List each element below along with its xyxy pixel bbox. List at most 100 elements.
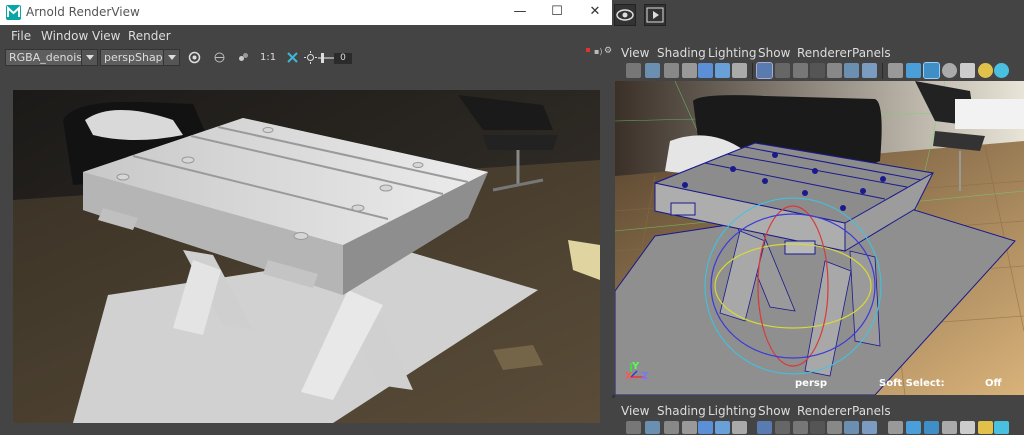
render-sequence-icon[interactable] bbox=[644, 4, 666, 26]
field-chart-icon[interactable] bbox=[827, 421, 842, 434]
lower-viewport-panel: View Shading Lighting Show Renderer Pane… bbox=[612, 398, 1024, 435]
vp2-menu-show[interactable]: Show bbox=[758, 404, 790, 418]
close-button[interactable]: ✕ bbox=[580, 3, 610, 21]
vp2-menu-shading[interactable]: Shading bbox=[657, 404, 706, 418]
viewport-canvas[interactable]: X Y Z persp Soft Select: Off bbox=[615, 81, 1024, 395]
camera-icon[interactable] bbox=[626, 63, 641, 78]
grease-pencil-icon[interactable] bbox=[698, 421, 713, 434]
film-gate-icon[interactable] bbox=[664, 421, 679, 434]
persp-viewport-panel: View Shading Lighting Show Renderer Pane… bbox=[612, 40, 1024, 395]
vp-menu-renderer[interactable]: Renderer bbox=[797, 46, 852, 60]
arnold-renderview-window: Arnold RenderView — ☐ ✕ File Window View… bbox=[0, 0, 612, 435]
vp-menu-view[interactable]: View bbox=[621, 46, 649, 60]
render-area bbox=[0, 69, 612, 435]
safe-title-icon[interactable] bbox=[862, 63, 877, 78]
viewport-toolbar bbox=[612, 61, 1024, 81]
maximize-button[interactable]: ☐ bbox=[542, 3, 572, 21]
gear-icon[interactable]: ⚙ bbox=[604, 46, 612, 56]
vp2-menu-renderer[interactable]: Renderer bbox=[797, 404, 852, 418]
safe-action-icon[interactable] bbox=[844, 421, 859, 434]
camera-attributes-icon[interactable] bbox=[645, 63, 660, 78]
exposure-field[interactable]: 0 bbox=[334, 53, 352, 64]
vp2-menu-lighting[interactable]: Lighting bbox=[708, 404, 757, 418]
vp-menu-shading[interactable]: Shading bbox=[657, 46, 706, 60]
eye-icon[interactable] bbox=[614, 4, 636, 26]
camera-attributes-icon[interactable] bbox=[645, 421, 660, 434]
render-image bbox=[13, 90, 600, 423]
field-chart-icon[interactable] bbox=[827, 63, 842, 78]
film-gate-toggle-icon[interactable] bbox=[775, 63, 790, 78]
camera-select-value: perspShape bbox=[104, 51, 170, 64]
camera-select[interactable]: perspShape bbox=[100, 49, 180, 66]
bookmark-icon[interactable] bbox=[682, 63, 697, 78]
menu-render[interactable]: Render bbox=[128, 29, 171, 43]
toolbar-divider bbox=[882, 63, 883, 79]
axis-y-label: Y bbox=[632, 361, 640, 372]
vp-menu-panels[interactable]: Panels bbox=[852, 46, 891, 60]
vp2-menu-panels[interactable]: Panels bbox=[852, 404, 891, 418]
ratio-label[interactable]: 1:1 bbox=[260, 50, 276, 65]
render-start-icon[interactable] bbox=[187, 50, 202, 65]
checker-icon[interactable] bbox=[960, 63, 975, 78]
gate-mask-icon[interactable] bbox=[810, 63, 825, 78]
aov-select[interactable]: RGBA_denoise bbox=[5, 49, 98, 66]
lighting-icon[interactable] bbox=[978, 421, 993, 434]
chevron-down-icon bbox=[81, 50, 97, 65]
vp-menu-lighting[interactable]: Lighting bbox=[708, 46, 757, 60]
safe-title-icon[interactable] bbox=[862, 421, 877, 434]
gate-mask-icon[interactable] bbox=[810, 421, 825, 434]
film-gate-toggle-icon[interactable] bbox=[775, 421, 790, 434]
aov-select-value: RGBA_denoise bbox=[9, 51, 89, 64]
soft-select-label: Soft Select: bbox=[879, 378, 945, 389]
axis-x-label: X bbox=[625, 371, 633, 382]
camera-name-hud: persp bbox=[795, 378, 827, 389]
channels-icon[interactable] bbox=[236, 50, 251, 65]
chevron-down-icon bbox=[163, 50, 179, 65]
minimize-button[interactable]: — bbox=[505, 3, 535, 21]
2d-pan-zoom-icon[interactable] bbox=[732, 421, 747, 434]
smooth-shade-icon[interactable] bbox=[906, 421, 921, 434]
exposure-slider-handle[interactable] bbox=[321, 53, 324, 63]
render-toolbar: RGBA_denoise perspShape 1:1 0 ▪) ⚙ bbox=[0, 46, 612, 69]
image-plane-icon[interactable] bbox=[715, 63, 730, 78]
film-gate-icon[interactable] bbox=[664, 63, 679, 78]
checker-icon[interactable] bbox=[960, 421, 975, 434]
lighting-icon[interactable] bbox=[978, 63, 993, 78]
textured-icon[interactable] bbox=[942, 63, 957, 78]
render-status-icon bbox=[586, 48, 590, 52]
shadows-icon[interactable] bbox=[994, 421, 1009, 434]
grease-pencil-icon[interactable] bbox=[698, 63, 713, 78]
maya-status-line bbox=[612, 0, 1024, 40]
camera-icon[interactable] bbox=[626, 421, 641, 434]
shadows-icon[interactable] bbox=[994, 63, 1009, 78]
grid-icon[interactable] bbox=[757, 421, 772, 434]
vp-menu-show[interactable]: Show bbox=[758, 46, 790, 60]
crop-region-icon[interactable] bbox=[212, 50, 227, 65]
resolution-gate-icon[interactable] bbox=[793, 63, 808, 78]
menu-file[interactable]: File bbox=[11, 29, 31, 43]
toolbar-divider bbox=[752, 63, 753, 79]
bookmark-icon[interactable] bbox=[682, 421, 697, 434]
lock-icon[interactable]: ▪) bbox=[594, 47, 603, 56]
smooth-shade-icon[interactable] bbox=[906, 63, 921, 78]
axis-z-label: Z bbox=[641, 371, 649, 382]
maya-logo-icon bbox=[6, 5, 21, 20]
title-bar: Arnold RenderView — ☐ ✕ bbox=[0, 0, 612, 25]
wireframe-on-shaded-icon[interactable] bbox=[924, 421, 939, 434]
wireframe-on-shaded-icon[interactable] bbox=[923, 62, 940, 79]
grid-icon[interactable] bbox=[756, 62, 773, 79]
exposure-icon bbox=[303, 50, 318, 65]
2d-pan-zoom-icon[interactable] bbox=[732, 63, 747, 78]
menu-bar: File Window View Render bbox=[0, 25, 612, 46]
resolution-gate-icon[interactable] bbox=[793, 421, 808, 434]
image-plane-icon[interactable] bbox=[715, 421, 730, 434]
vp2-menu-view[interactable]: View bbox=[621, 404, 649, 418]
textured-icon[interactable] bbox=[942, 421, 957, 434]
menu-window[interactable]: Window bbox=[41, 29, 88, 43]
snapshot-icon[interactable] bbox=[285, 50, 300, 65]
menu-view[interactable]: View bbox=[92, 29, 120, 43]
window-title: Arnold RenderView bbox=[26, 5, 140, 19]
safe-action-icon[interactable] bbox=[844, 63, 859, 78]
wireframe-icon[interactable] bbox=[888, 63, 903, 78]
wireframe-icon[interactable] bbox=[888, 421, 903, 434]
